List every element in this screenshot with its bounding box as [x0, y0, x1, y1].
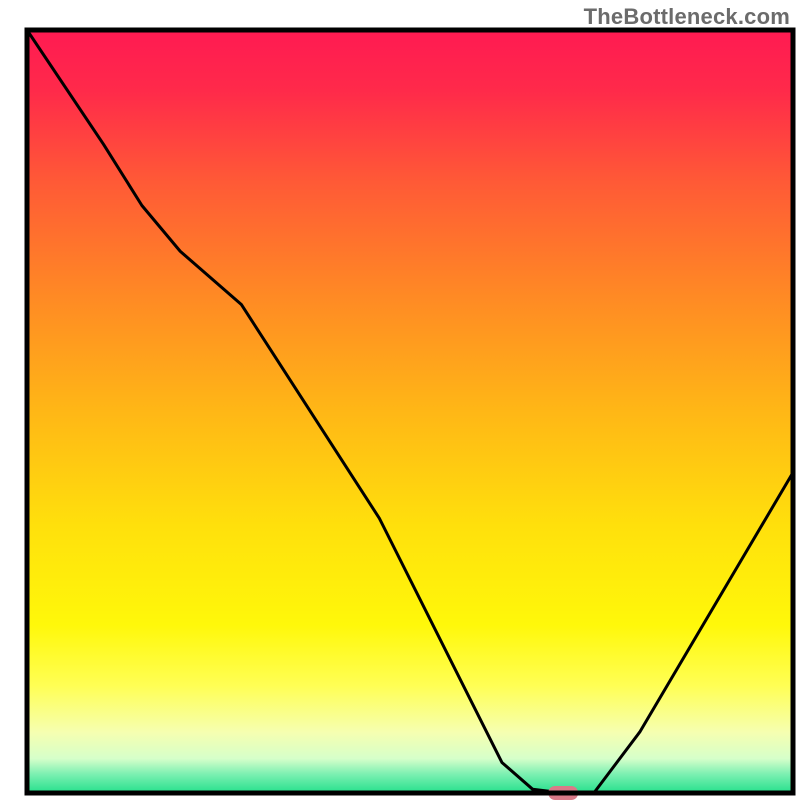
plot-area	[27, 30, 793, 800]
gradient-background	[27, 30, 793, 793]
watermark-text: TheBottleneck.com	[584, 4, 790, 30]
bottleneck-chart	[0, 0, 800, 800]
chart-container: TheBottleneck.com	[0, 0, 800, 800]
